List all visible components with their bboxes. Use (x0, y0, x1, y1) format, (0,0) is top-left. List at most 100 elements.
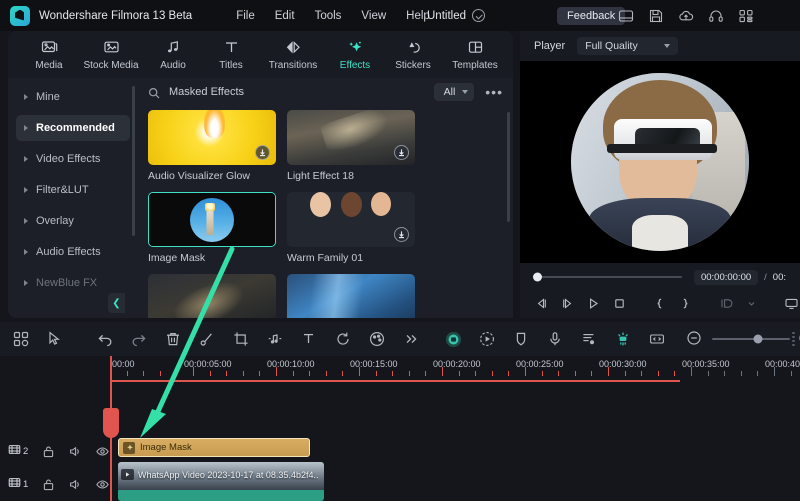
headset-support-icon[interactable] (708, 8, 724, 24)
ruler-tick (359, 367, 360, 376)
fullscreen-display-icon[interactable] (784, 296, 799, 311)
player-canvas[interactable] (520, 61, 800, 263)
effect-card[interactable] (148, 274, 276, 318)
chevron-down-small-icon[interactable] (744, 296, 759, 311)
effect-card[interactable]: Warm Family 01 (287, 192, 415, 264)
stop-icon[interactable] (612, 296, 627, 311)
menu-tools[interactable]: Tools (315, 10, 342, 22)
quality-dropdown[interactable]: Full Quality (577, 37, 678, 55)
tab-titles-label: Titles (219, 60, 243, 71)
tab-audio[interactable]: Audio (144, 38, 202, 71)
menu-edit[interactable]: Edit (275, 10, 295, 22)
grid-apps-icon[interactable] (738, 8, 754, 24)
tab-stock-media[interactable]: Stock Media (78, 38, 144, 71)
effect-card-selected[interactable]: Image Mask (148, 192, 276, 264)
ruler-tick (491, 371, 493, 376)
redo-icon[interactable] (130, 330, 148, 348)
split-scissor-icon[interactable] (198, 330, 216, 348)
track-visibility-icon[interactable] (96, 445, 110, 458)
player-scrubber[interactable] (533, 272, 682, 282)
ruler-tick (458, 371, 460, 376)
sidebar-item-mine[interactable]: Mine (16, 84, 130, 110)
chevron-down-icon (663, 44, 670, 48)
delete-trash-icon[interactable] (164, 330, 182, 348)
download-icon[interactable] (394, 227, 409, 242)
keyframe-icon[interactable] (614, 330, 632, 348)
track-mute-icon[interactable] (69, 478, 82, 491)
effect-thumbnail[interactable] (148, 274, 276, 318)
text-tool-icon[interactable] (300, 330, 318, 348)
zoom-slider[interactable] (712, 334, 790, 344)
prev-frame-icon[interactable] (534, 296, 549, 311)
sidebar-item-recommended[interactable]: Recommended (16, 115, 130, 141)
filter-dropdown[interactable]: All (433, 83, 475, 101)
save-icon[interactable] (648, 8, 664, 24)
voiceover-mic-icon[interactable] (546, 330, 564, 348)
menu-file[interactable]: File (236, 10, 255, 22)
search-input[interactable]: Masked Effects (169, 86, 244, 98)
color-palette-icon[interactable] (368, 330, 386, 348)
feedback-button[interactable]: Feedback (557, 6, 626, 25)
crop-icon[interactable] (232, 330, 250, 348)
color-match-icon[interactable] (444, 330, 462, 348)
zoom-slider-handle[interactable] (753, 334, 763, 344)
cloud-upload-icon[interactable] (678, 8, 694, 24)
effect-thumbnail[interactable] (287, 110, 415, 165)
playhead-handle[interactable] (103, 408, 119, 438)
sidebar-item-audio-effects[interactable]: Audio Effects (16, 239, 130, 265)
effect-thumbnail[interactable] (148, 110, 276, 165)
zoom-out-icon[interactable] (686, 330, 704, 348)
split-marker-icon[interactable] (718, 296, 733, 311)
download-icon[interactable] (255, 145, 270, 160)
markers-list-icon[interactable] (580, 330, 598, 348)
effect-thumbnail[interactable] (148, 192, 276, 247)
playhead[interactable] (103, 356, 119, 501)
sidebar-item-filter-lut[interactable]: Filter&LUT (16, 177, 130, 203)
audio-detach-icon[interactable] (266, 330, 284, 348)
window-layout-icon[interactable] (618, 8, 634, 24)
fit-timeline-icon[interactable] (648, 330, 666, 348)
mark-in-icon[interactable] (652, 296, 667, 311)
sidebar-item-overlay[interactable]: Overlay (16, 208, 130, 234)
templates-layout-icon (466, 38, 485, 57)
track-lock-icon[interactable] (42, 478, 55, 491)
effect-thumbnail[interactable] (287, 192, 415, 247)
tab-transitions[interactable]: Transitions (260, 38, 326, 71)
next-frame-icon[interactable] (560, 296, 575, 311)
effect-card[interactable]: Light Effect 18 (287, 110, 415, 182)
tab-media[interactable]: Media (20, 38, 78, 71)
chevron-left-icon[interactable]: ❮ (108, 293, 125, 313)
player-panel: Player Full Quality 00:00:00:00 / 00: (520, 31, 800, 318)
motion-tracking-icon[interactable] (478, 330, 496, 348)
current-timecode[interactable]: 00:00:00:00 (693, 269, 759, 285)
tab-templates[interactable]: Templates (442, 38, 508, 71)
rotate-icon[interactable] (334, 330, 352, 348)
track-visibility-icon[interactable] (96, 478, 110, 491)
undo-icon[interactable] (96, 330, 114, 348)
browser-scrollbar[interactable] (507, 112, 510, 222)
grid-view-icon[interactable] (12, 330, 30, 348)
more-options-button[interactable]: ••• (485, 85, 503, 99)
sidebar-item-video-effects[interactable]: Video Effects (16, 146, 130, 172)
track-lock-icon[interactable] (42, 445, 55, 458)
more-chevrons-icon[interactable] (402, 330, 420, 348)
tab-effects[interactable]: Effects (326, 38, 384, 71)
select-cursor-icon[interactable] (46, 330, 64, 348)
effect-card[interactable]: Audio Visualizer Glow (148, 110, 276, 182)
effect-card[interactable] (287, 274, 415, 318)
timeline-ruler[interactable]: 00:00 00:00:05:00 00:00:10:00 00:00:15:0… (110, 356, 800, 383)
tab-stickers[interactable]: Stickers (384, 38, 442, 71)
scrubber-handle[interactable] (533, 272, 542, 282)
effect-thumbnail[interactable] (287, 274, 415, 318)
mask-shield-icon[interactable] (512, 330, 530, 348)
sidebar-scrollbar[interactable] (132, 86, 135, 236)
track-mute-icon[interactable] (69, 445, 82, 458)
mark-out-icon[interactable] (678, 296, 693, 311)
play-icon[interactable] (586, 296, 601, 311)
tab-titles[interactable]: Titles (202, 38, 260, 71)
video-clip[interactable]: WhatsApp Video 2023-10-17 at 08.35.4b2f4… (118, 462, 324, 501)
menu-view[interactable]: View (361, 10, 386, 22)
download-icon[interactable] (394, 145, 409, 160)
panel-resize-grip[interactable] (792, 332, 795, 346)
effect-clip[interactable]: Image Mask (118, 438, 310, 457)
